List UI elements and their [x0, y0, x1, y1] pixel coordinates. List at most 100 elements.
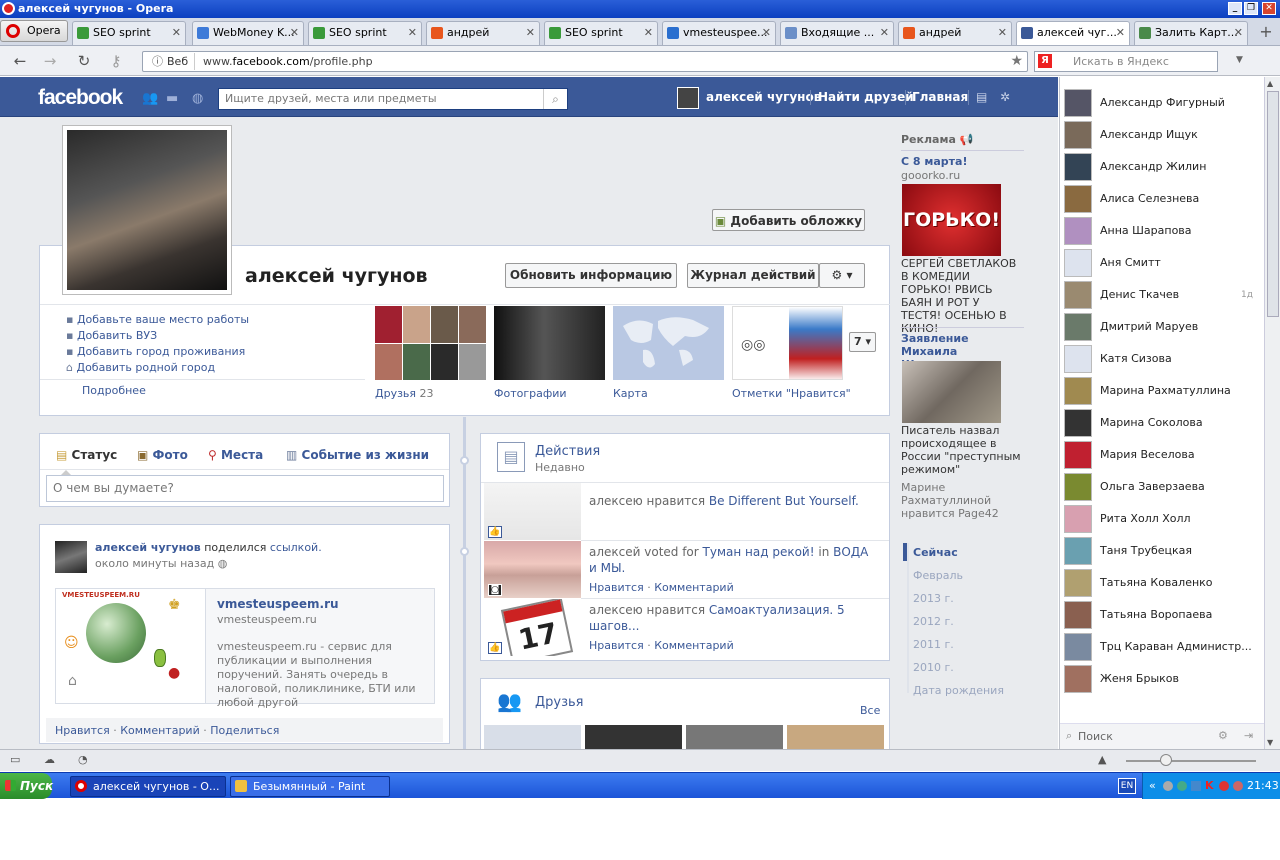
browser-tab[interactable]: алексей чуг... ✕	[1016, 21, 1130, 45]
notifications-globe-icon[interactable]: ◍	[192, 92, 206, 105]
privacy-shortcuts-icon[interactable]: ▤	[976, 90, 987, 104]
chat-friend-item[interactable]: Таня Трубецкая	[1064, 536, 1259, 566]
activity-2-like[interactable]: Нравится	[589, 581, 644, 594]
tray-icon[interactable]	[1219, 781, 1229, 791]
browser-tab[interactable]: Залить Карт... ✕	[1134, 21, 1248, 45]
ad-1-image[interactable]: ГОРЬКО!	[902, 184, 1001, 256]
close-tab-icon[interactable]: ✕	[1116, 22, 1125, 44]
facebook-search-input[interactable]: Ищите друзей, места или предметы ⌕	[218, 88, 568, 110]
link-title[interactable]: vmesteuspeem.ru	[217, 597, 339, 611]
activity-thumb-3[interactable]: 17 👍	[484, 599, 581, 656]
chat-friend-item[interactable]: Марина Соколова	[1064, 408, 1259, 438]
link-preview-image[interactable]: VMESTEUSPEEM.RU ☺ ♚ ● ⌂	[56, 589, 206, 703]
activity-3-comment[interactable]: Комментарий	[654, 639, 734, 652]
chat-options-gear-icon[interactable]: ⚙	[1218, 729, 1228, 742]
chat-friend-item[interactable]: Женя Брыков	[1064, 664, 1259, 694]
chat-friend-item[interactable]: Анна Шарапова	[1064, 216, 1259, 246]
search-icon[interactable]: ⌕	[543, 89, 567, 109]
browser-tab[interactable]: SEO sprint ✕	[544, 21, 658, 45]
activity-3-like[interactable]: Нравится	[589, 639, 644, 652]
new-tab-button[interactable]: +	[1256, 22, 1276, 42]
close-tab-icon[interactable]: ✕	[526, 22, 535, 44]
close-tab-icon[interactable]: ✕	[172, 22, 181, 44]
chat-friend-item[interactable]: Татьяна Коваленко	[1064, 568, 1259, 598]
browser-tab[interactable]: SEO sprint ✕	[72, 21, 186, 45]
post-link-word[interactable]: ссылкой.	[270, 541, 322, 554]
gear-dropdown-button[interactable]: ⚙ ▾	[819, 263, 865, 288]
likes-app-thumb[interactable]: ◎◎	[732, 306, 843, 380]
web-indicator[interactable]: Веб	[149, 53, 196, 70]
post-author-avatar[interactable]	[55, 541, 87, 573]
friend-thumb[interactable]	[787, 725, 884, 749]
about-item[interactable]: ▪ Добавить город проживания	[66, 345, 245, 358]
photos-app-thumb[interactable]	[494, 306, 605, 380]
forward-arrow-icon[interactable]: →	[40, 52, 60, 70]
turbo-icon[interactable]: ◔	[78, 753, 88, 766]
panel-toggle-icon[interactable]: ▭	[10, 753, 20, 766]
timeline-nav-item[interactable]: Февраль	[913, 569, 963, 582]
globe-icon[interactable]: ◍	[218, 557, 228, 570]
back-arrow-icon[interactable]: ←	[10, 52, 30, 70]
zoom-up-icon[interactable]: ▲	[1098, 753, 1106, 766]
nav-home[interactable]: Главная	[912, 90, 968, 104]
chat-friend-item[interactable]: Денис Ткачев 1д	[1064, 280, 1259, 310]
map-app-thumb[interactable]	[613, 306, 724, 380]
about-item[interactable]: ⌂ Добавить родной город	[66, 361, 215, 374]
language-indicator[interactable]: EN	[1118, 778, 1136, 794]
tab-life-event[interactable]: ▥ Событие из жизни	[286, 448, 429, 462]
browser-tab[interactable]: WebMoney K... ✕	[192, 21, 304, 45]
friend-thumb[interactable]	[686, 725, 783, 749]
chat-popout-icon[interactable]: ⇥	[1244, 729, 1253, 742]
messages-icon[interactable]: ▬	[166, 92, 180, 105]
app-likes-label[interactable]: Отметки "Нравится"	[732, 387, 851, 400]
ad-1-desc[interactable]: СЕРГЕЙ СВЕТЛАКОВ В КОМЕДИИ ГОРЬКО! РВИСЬ…	[901, 257, 1023, 335]
key-icon[interactable]: ⚷	[106, 52, 126, 70]
activity-log-button[interactable]: Журнал действий	[687, 263, 819, 288]
app-friends-label[interactable]: Друзья	[375, 387, 416, 400]
kaspersky-icon[interactable]: K	[1205, 773, 1214, 799]
browser-tab[interactable]: Входящие ... ✕	[780, 21, 894, 45]
tab-photo[interactable]: ▣ Фото	[137, 448, 188, 462]
tray-expand-icon[interactable]: «	[1149, 773, 1156, 799]
chat-search-input[interactable]: Поиск	[1078, 730, 1113, 743]
close-tab-icon[interactable]: ✕	[290, 22, 299, 44]
chat-friend-item[interactable]: Дмитрий Маруев	[1064, 312, 1259, 342]
task-paint[interactable]: Безымянный - Paint	[230, 776, 390, 797]
chat-friend-item[interactable]: Александр Ищук	[1064, 120, 1259, 150]
friend-requests-icon[interactable]: 👥	[142, 92, 158, 105]
chat-friend-item[interactable]: Аня Смитт	[1064, 248, 1259, 278]
timeline-nav-item[interactable]: 2012 г.	[913, 615, 954, 628]
page-scrollbar[interactable]: ▲ ▼	[1264, 77, 1280, 749]
browser-tab[interactable]: андрей ✕	[426, 21, 540, 45]
activity-link-2[interactable]: Туман над рекой!	[703, 545, 815, 559]
browser-tab[interactable]: vmesteuspee... ✕	[662, 21, 776, 45]
tray-icon[interactable]	[1191, 781, 1201, 791]
task-opera[interactable]: алексей чугунов - О...	[70, 776, 226, 797]
update-info-button[interactable]: Обновить информацию	[505, 263, 677, 288]
tray-icon[interactable]	[1233, 781, 1243, 791]
activity-link-1[interactable]: Be Different But Yourself.	[709, 494, 859, 508]
minimize-button[interactable]: _	[1228, 2, 1242, 15]
chat-friend-item[interactable]: Трц Караван Администр...	[1064, 632, 1259, 662]
opera-unite-icon[interactable]: ☁	[44, 753, 55, 766]
chat-friend-item[interactable]: Александр Фигурный	[1064, 88, 1259, 118]
timeline-nav-item[interactable]: 2013 г.	[913, 592, 954, 605]
chat-friend-item[interactable]: Марина Рахматуллина	[1064, 376, 1259, 406]
timeline-nav-item[interactable]: 2011 г.	[913, 638, 954, 651]
post-like-link[interactable]: Нравится	[55, 724, 110, 737]
close-tab-icon[interactable]: ✕	[408, 22, 417, 44]
browser-tab[interactable]: андрей ✕	[898, 21, 1012, 45]
zoom-slider-handle[interactable]	[1160, 754, 1172, 766]
post-author[interactable]: алексей чугунов	[95, 541, 201, 554]
activity-2-comment[interactable]: Комментарий	[654, 581, 734, 594]
close-tab-icon[interactable]: ✕	[644, 22, 653, 44]
post-time[interactable]: около минуты назад	[95, 557, 214, 570]
close-tab-icon[interactable]: ✕	[762, 22, 771, 44]
chat-friend-item[interactable]: Мария Веселова	[1064, 440, 1259, 470]
friend-thumb[interactable]	[484, 725, 581, 749]
activity-thumb-2[interactable]: ◙	[484, 541, 581, 598]
scroll-down-arrow-icon[interactable]: ▼	[1267, 738, 1273, 747]
chat-friend-item[interactable]: Катя Сизова	[1064, 344, 1259, 374]
close-tab-icon[interactable]: ✕	[1234, 22, 1243, 44]
friends-all-link[interactable]: Все	[860, 704, 880, 717]
